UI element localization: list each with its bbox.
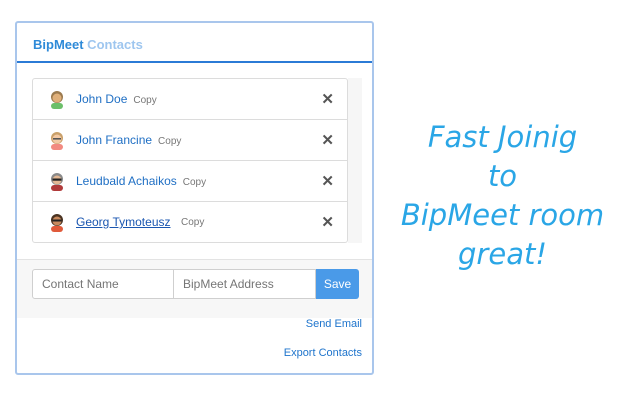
avatar-icon — [51, 132, 63, 150]
contact-name[interactable]: Georg Tymoteusz — [76, 215, 171, 229]
copy-button[interactable]: Copy — [183, 177, 206, 188]
contact-list-area: John DoeCopy ✕ John FrancineCopy ✕ Leu — [17, 63, 372, 279]
contact-list: John DoeCopy ✕ John FrancineCopy ✕ Leu — [32, 78, 348, 243]
bipmeet-address-input[interactable] — [174, 269, 316, 299]
panel-title: BipMeet Contacts — [33, 37, 143, 52]
remove-contact-icon[interactable]: ✕ — [321, 90, 334, 108]
add-contact-form: Save — [17, 259, 372, 318]
copy-button[interactable]: Copy — [133, 95, 156, 106]
avatar-icon — [51, 91, 63, 109]
contact-row: John Doe Copy ✕ — [33, 79, 347, 120]
slogan-line: great! — [458, 237, 547, 271]
copy-button[interactable]: Copy — [181, 217, 204, 228]
avatar-icon — [51, 214, 63, 232]
contact-name[interactable]: Leudbald Achaikos Copy — [76, 174, 206, 188]
contacts-panel: BipMeet Contacts John Doe Copy ✕ John Fra… — [15, 21, 374, 375]
panel-title-main: BipMeet — [33, 37, 84, 52]
slogan-line: BipMeet room — [400, 198, 605, 232]
slogan-line: Fast Joinig — [427, 120, 578, 154]
remove-contact-icon[interactable]: ✕ — [321, 131, 334, 149]
contact-name[interactable]: John Doe Copy — [76, 92, 157, 106]
contact-name[interactable]: John Francine Copy — [76, 133, 181, 147]
scrollbar[interactable] — [348, 78, 362, 243]
contact-name-input[interactable] — [32, 269, 174, 299]
export-contacts-link[interactable]: Export Contacts — [284, 347, 362, 359]
send-email-link[interactable]: Send Email — [306, 318, 362, 330]
panel-title-fade: Contacts — [83, 37, 143, 52]
panel-header: BipMeet Contacts — [17, 23, 372, 63]
save-button[interactable]: Save — [316, 269, 359, 299]
contact-row: Georg Tymoteusz Copy ✕ — [33, 202, 347, 243]
copy-button[interactable]: Copy — [158, 136, 181, 147]
remove-contact-icon[interactable]: ✕ — [321, 172, 334, 190]
slogan-line: to — [487, 159, 518, 193]
slogan-text: Fast Joinig to BipMeet room great! — [380, 118, 625, 274]
contact-row: John Francine Copy ✕ — [33, 120, 347, 161]
avatar-icon — [51, 173, 63, 191]
contact-row: Leudbald Achaikos Copy ✕ — [33, 161, 347, 202]
remove-contact-icon[interactable]: ✕ — [321, 213, 334, 231]
